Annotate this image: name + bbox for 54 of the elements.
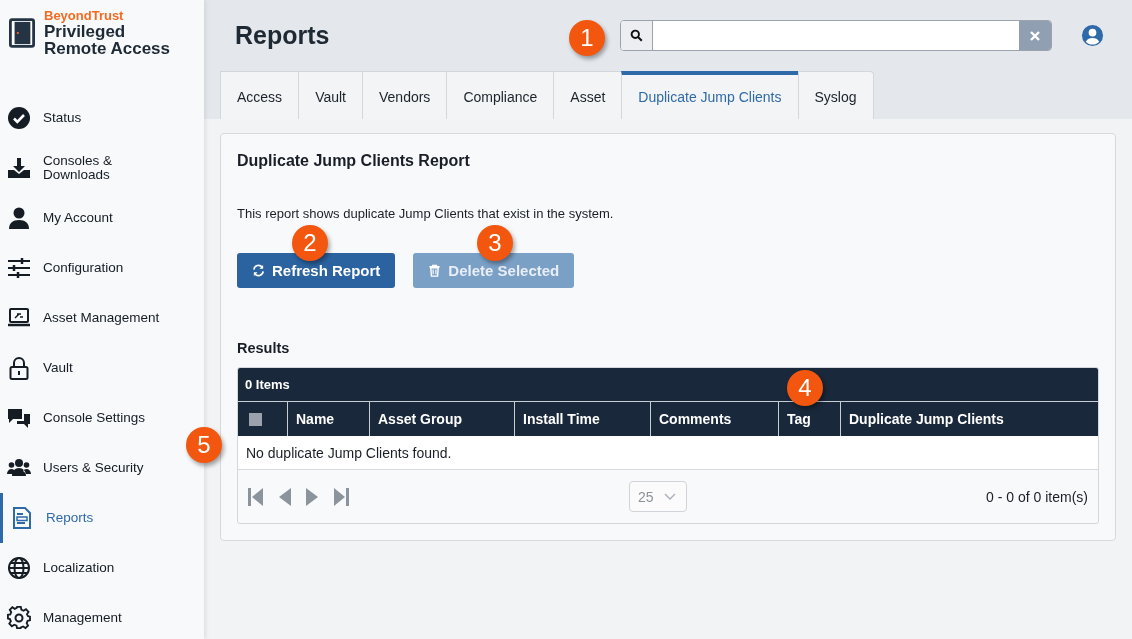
clear-button[interactable]: [1019, 21, 1051, 50]
door-logo-icon: [9, 18, 35, 48]
tab[interactable]: Access: [220, 71, 299, 119]
sidebar-item[interactable]: Console Settings: [0, 393, 176, 443]
tab[interactable]: Duplicate Jump Clients: [621, 71, 798, 119]
sidebar-item[interactable]: My Account: [0, 193, 176, 243]
search-field[interactable]: [620, 20, 1052, 51]
check-icon: [7, 106, 31, 130]
product-name: Privileged: [44, 23, 127, 40]
sidebar-item[interactable]: Management: [0, 593, 176, 639]
sidebar-item[interactable]: Configuration: [0, 243, 176, 293]
sidebar-item[interactable]: Reports: [0, 493, 176, 543]
report-icon: [10, 506, 34, 530]
search-icon: [630, 29, 643, 42]
tab[interactable]: Vendors: [362, 71, 447, 119]
sidebar-item[interactable]: Consoles & Downloads: [0, 143, 176, 193]
download-icon: [7, 156, 31, 180]
globe-icon: [7, 556, 31, 580]
item-count: 0 Items: [245, 377, 290, 392]
refresh-icon: [252, 264, 265, 277]
trash-icon: [428, 264, 442, 277]
next-page-icon[interactable]: [306, 487, 318, 506]
user-avatar-icon[interactable]: [1081, 24, 1104, 47]
chat-icon: [7, 406, 31, 430]
select-all-checkbox[interactable]: [249, 412, 262, 426]
results-heading: Results: [237, 340, 291, 356]
user-icon: [7, 206, 31, 230]
sliders-icon: [7, 256, 31, 280]
action-button[interactable]: Refresh Report: [237, 253, 396, 288]
item-range: 0 - 0 of 0 item(s): [986, 488, 1088, 505]
report-description: This report shows duplicate Jump Clients that exist in the system.: [237, 206, 615, 221]
lock-icon: [7, 356, 31, 380]
gear-icon: [7, 606, 31, 630]
empty-message: No duplicate Jump Clients found.: [238, 436, 1098, 470]
step-callout: 1: [569, 20, 605, 56]
close-icon: [1029, 29, 1041, 42]
previous-page-icon[interactable]: [279, 487, 291, 506]
last-page-icon[interactable]: [333, 487, 349, 506]
chevron-down-icon: [663, 492, 676, 501]
sidebar-item[interactable]: Status: [0, 93, 176, 143]
tab[interactable]: Syslog: [797, 71, 874, 119]
tab[interactable]: Asset: [553, 71, 622, 119]
search-button[interactable]: [621, 21, 653, 50]
product-name: Remote Access: [44, 40, 170, 57]
tab[interactable]: Vault: [298, 71, 362, 119]
report-title: Duplicate Jump Clients Report: [237, 152, 471, 170]
tab[interactable]: Compliance: [446, 71, 554, 119]
page-title: Reports: [235, 21, 330, 50]
brand-company: BeyondTrust: [44, 8, 125, 23]
first-page-icon[interactable]: [248, 487, 264, 506]
sidebar-item[interactable]: Users & Security: [0, 443, 176, 493]
sidebar-item[interactable]: Localization: [0, 543, 176, 593]
sidebar-item[interactable]: Vault: [0, 343, 176, 393]
sidebar-item[interactable]: Asset Management: [0, 293, 176, 343]
